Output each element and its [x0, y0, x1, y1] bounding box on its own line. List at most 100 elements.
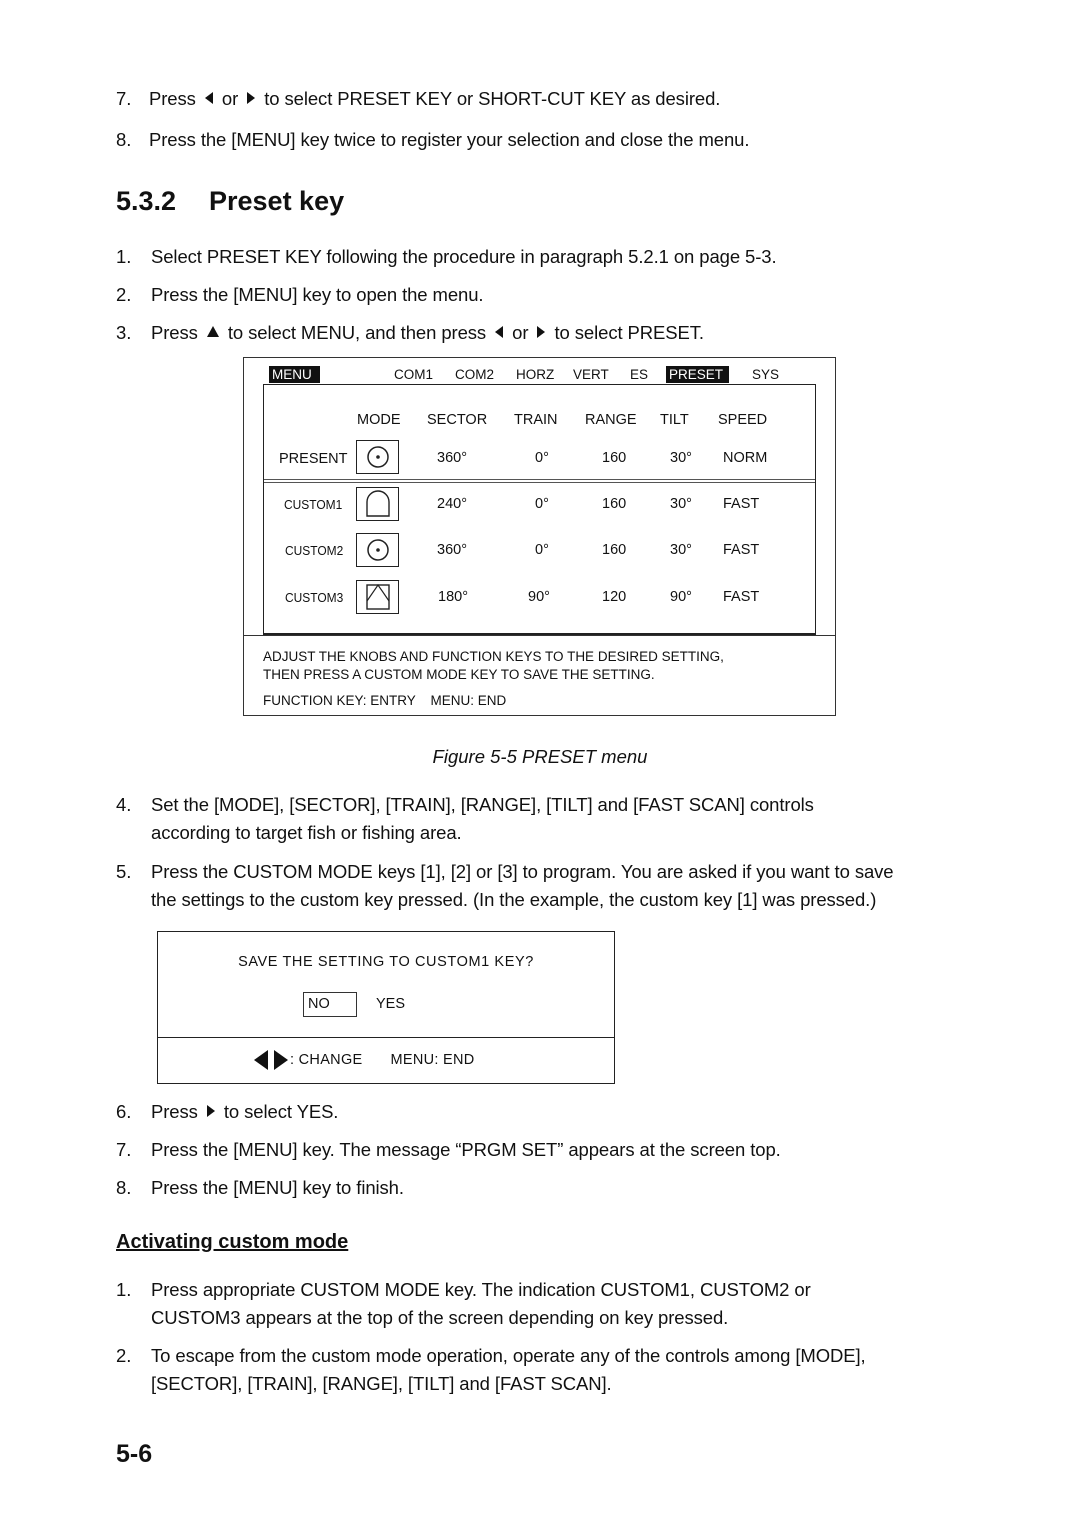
speed-value: FAST — [723, 542, 760, 558]
step-7: 7. Press the [MENU] key. The message “PR… — [116, 1136, 781, 1164]
column-header-tilt: TILT — [660, 412, 689, 428]
subsection-heading: Activating custom mode — [116, 1231, 349, 1253]
step-8-intro: 8. Press the [MENU] key twice to registe… — [116, 126, 749, 154]
step-8: 8. Press the [MENU] key to finish. — [116, 1174, 404, 1202]
speed-value: FAST — [723, 496, 760, 512]
step-number: 3. — [116, 322, 132, 343]
step-text: To escape from the custom mode operation… — [151, 1345, 866, 1366]
speed-value: NORM — [723, 450, 768, 466]
step-text: Press — [151, 1101, 198, 1122]
preset-table: MODE SECTOR TRAIN RANGE TILT SPEED PRESE… — [263, 384, 816, 635]
right-arrow-icon — [274, 1050, 288, 1070]
right-arrow-icon — [206, 1105, 215, 1118]
step-text: Set the [MODE], [SECTOR], [TRAIN], [RANG… — [151, 794, 814, 815]
step-number: 7. — [116, 88, 132, 109]
section-title: Preset key — [209, 186, 345, 216]
step-number: 5. — [116, 861, 132, 882]
train-value: 0° — [535, 496, 549, 512]
save-setting-dialog: SAVE THE SETTING TO CUSTOM1 KEY? NO YES … — [157, 931, 615, 1084]
row-label: PRESENT — [279, 451, 348, 467]
tab-horz[interactable]: HORZ — [516, 366, 554, 383]
step-text: to select PRESET KEY or SHORT-CUT KEY as… — [264, 88, 721, 109]
step-4: 4. Set the [MODE], [SECTOR], [TRAIN], [R… — [116, 791, 814, 847]
step-number: 8. — [116, 129, 132, 150]
step-text: CUSTOM3 appears at the top of the screen… — [151, 1307, 729, 1328]
circle-dot-icon — [356, 533, 399, 567]
step-text: or — [221, 88, 239, 109]
step-number: 1. — [116, 1279, 132, 1300]
speed-value: FAST — [723, 589, 760, 605]
step-text: to select PRESET. — [554, 322, 705, 343]
step-text: Press appropriate CUSTOM MODE key. The i… — [151, 1279, 811, 1300]
column-header-range: RANGE — [585, 412, 637, 428]
train-value: 0° — [535, 450, 549, 466]
step-number: 2. — [116, 1345, 132, 1366]
menu-message-line1: ADJUST THE KNOBS AND FUNCTION KEYS TO TH… — [263, 649, 724, 664]
figure-caption: Figure 5-5 PRESET menu — [432, 746, 648, 767]
dialog-footer: : CHANGE MENU: END — [254, 1050, 475, 1070]
no-button[interactable]: NO — [303, 992, 357, 1017]
tab-com2[interactable]: COM2 — [455, 366, 494, 383]
step-text: Select PRESET KEY following the procedur… — [151, 246, 777, 267]
column-header-sector: SECTOR — [427, 412, 488, 428]
arch-sector-icon — [356, 487, 399, 521]
step-number: 8. — [116, 1177, 132, 1198]
step-number: 6. — [116, 1101, 132, 1122]
tilt-value: 30° — [670, 496, 692, 512]
up-arrow-icon — [206, 325, 219, 337]
end-hint: MENU: END — [390, 1052, 475, 1068]
divider — [158, 1037, 614, 1038]
step-number: 7. — [116, 1139, 132, 1160]
custom-step-1: 1. Press appropriate CUSTOM MODE key. Th… — [116, 1276, 811, 1332]
left-arrow-icon — [204, 92, 213, 105]
step-text: to select YES. — [223, 1101, 339, 1122]
range-value: 160 — [602, 450, 627, 466]
change-hint: : CHANGE — [290, 1052, 363, 1068]
step-6: 6. Press to select YES. — [116, 1098, 338, 1126]
triangle-sector-icon — [356, 580, 399, 614]
train-value: 0° — [535, 542, 549, 558]
step-text: Press the [MENU] key. The message “PRGM … — [151, 1139, 781, 1160]
range-value: 160 — [602, 496, 627, 512]
tab-preset[interactable]: PRESET — [666, 366, 730, 383]
range-value: 160 — [602, 542, 627, 558]
step-text: Press the [MENU] key to finish. — [151, 1177, 404, 1198]
divider — [244, 635, 835, 636]
step-text: or — [512, 322, 529, 343]
row-label: CUSTOM2 — [285, 543, 344, 558]
right-arrow-icon — [537, 326, 546, 339]
dialog-question: SAVE THE SETTING TO CUSTOM1 KEY? — [238, 954, 534, 970]
step-text: Press the CUSTOM MODE keys [1], [2] or [… — [151, 861, 894, 882]
right-arrow-icon — [247, 92, 256, 105]
circle-dot-icon — [356, 440, 399, 474]
tilt-value: 90° — [670, 589, 692, 605]
section-heading: 5.3.2 Preset key — [116, 186, 344, 217]
preset-menu-figure: MENU COM1 COM2 HORZ VERT ES PRESET SYS M… — [243, 357, 836, 716]
page-number: 5-6 — [116, 1440, 153, 1468]
custom-step-2: 2. To escape from the custom mode operat… — [116, 1342, 866, 1398]
train-value: 90° — [528, 589, 550, 605]
step-number: 4. — [116, 794, 132, 815]
tab-es[interactable]: ES — [630, 366, 648, 383]
step-text: Press — [151, 322, 198, 343]
step-2: 2. Press the [MENU] key to open the menu… — [116, 281, 484, 309]
tab-com1[interactable]: COM1 — [394, 366, 433, 383]
tab-vert[interactable]: VERT — [573, 366, 609, 383]
step-text: to select MENU, and then press — [227, 322, 487, 343]
menu-footer: FUNCTION KEY: ENTRY MENU: END — [263, 693, 507, 708]
tab-sys[interactable]: SYS — [752, 366, 779, 383]
tilt-value: 30° — [670, 450, 692, 466]
tab-menu[interactable]: MENU — [269, 366, 320, 383]
tilt-value: 30° — [670, 542, 692, 558]
section-number: 5.3.2 — [116, 186, 177, 216]
yes-button[interactable]: YES — [376, 992, 405, 1017]
step-7-intro: 7. Press or to select PRESET KEY or SHOR… — [116, 85, 720, 113]
step-text: Press — [149, 88, 196, 109]
range-value: 120 — [602, 589, 627, 605]
divider — [264, 479, 815, 483]
step-number: 2. — [116, 284, 132, 305]
step-number: 1. — [116, 246, 132, 267]
sector-value: 360° — [437, 450, 467, 466]
left-arrow-icon — [254, 1050, 268, 1070]
row-label: CUSTOM1 — [284, 497, 343, 512]
